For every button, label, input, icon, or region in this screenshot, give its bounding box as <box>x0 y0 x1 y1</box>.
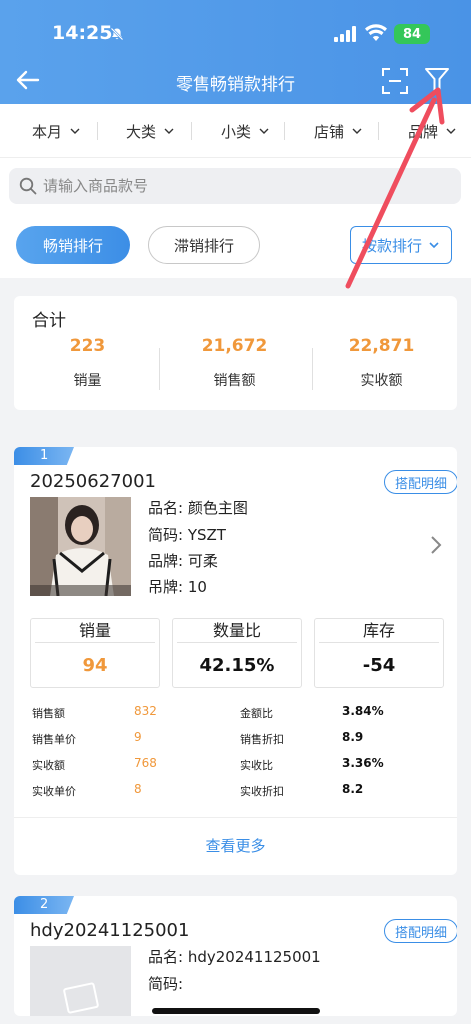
chevron-down-icon <box>352 128 362 134</box>
detail-value: 3.84% <box>342 704 384 718</box>
stat-label: 销售额 <box>213 373 256 389</box>
detail-label: 实收单价 <box>32 785 76 798</box>
metric-label: 数量比 <box>177 619 297 643</box>
bell-off-icon <box>110 27 124 41</box>
sort-mode-label: 按款排行 <box>361 236 422 255</box>
view-more-link[interactable]: 查看更多 <box>14 835 457 856</box>
detail-label: 销售额 <box>32 707 65 720</box>
chevron-right-icon[interactable] <box>428 535 444 555</box>
detail-label: 金额比 <box>240 707 273 720</box>
stat-value: 21,672 <box>201 336 268 356</box>
wifi-icon <box>365 24 387 41</box>
metric-label: 销量 <box>35 619 155 643</box>
detail-value: 3.36% <box>342 756 384 770</box>
summary-title: 合计 <box>32 311 66 331</box>
stat-label: 销量 <box>73 373 102 389</box>
search-icon <box>19 177 37 195</box>
tab-slow-sellers[interactable]: 滞销排行 <box>148 226 260 264</box>
metric-label: 库存 <box>319 619 439 643</box>
stat-value: 22,871 <box>348 336 415 356</box>
detail-value: 8 <box>134 782 142 796</box>
item-short-code: 简码: <box>148 975 184 993</box>
item-brand: 品牌: 可柔 <box>148 552 218 570</box>
chevron-down-icon <box>164 128 174 134</box>
filter-month-label: 本月 <box>32 122 63 141</box>
battery-level: 84 <box>402 26 422 42</box>
product-photo[interactable] <box>30 497 131 596</box>
filter-store-label: 店铺 <box>314 122 345 141</box>
ranking-tabs: 畅销排行 滞销排行 按款排行 <box>0 216 471 278</box>
chevron-down-icon <box>70 128 80 134</box>
rank-badge: 2 <box>14 896 74 914</box>
search-input[interactable] <box>43 168 443 204</box>
filter-store[interactable]: 店铺 <box>314 104 362 157</box>
item-tag-price: 吊牌: 10 <box>148 578 207 596</box>
home-indicator <box>152 1008 320 1014</box>
detail-label: 销售折扣 <box>240 733 284 746</box>
search-area <box>0 158 471 216</box>
match-detail-button[interactable]: 搭配明细 <box>384 470 457 494</box>
detail-value: 8.9 <box>342 730 364 744</box>
search-box <box>9 168 461 204</box>
detail-label: 实收折扣 <box>240 785 284 798</box>
stat-divider <box>159 348 160 390</box>
metric-quantity-ratio: 数量比 42.15% <box>172 618 302 688</box>
divider <box>14 817 457 818</box>
filter-subcategory-label: 小类 <box>221 122 252 141</box>
summary-stat-received: 22,871 实收额 <box>308 336 455 390</box>
detail-value: 768 <box>134 756 157 770</box>
detail-value: 8.2 <box>342 782 364 796</box>
filter-category[interactable]: 大类 <box>126 104 174 157</box>
chevron-down-icon <box>259 128 269 134</box>
filter-subcategory[interactable]: 小类 <box>221 104 269 157</box>
filter-bar: 本月 大类 小类 店铺 品牌 <box>0 104 471 158</box>
item-sku: hdy20241125001 <box>30 920 190 941</box>
match-detail-button[interactable]: 搭配明细 <box>384 919 457 943</box>
tab-bestsellers[interactable]: 畅销排行 <box>16 226 130 264</box>
filter-divider <box>284 122 285 140</box>
metric-value: 42.15% <box>199 655 275 676</box>
scan-icon[interactable] <box>382 68 408 94</box>
item-name: 品名: hdy20241125001 <box>148 948 321 966</box>
summary-stat-quantity: 223 销量 <box>14 336 161 390</box>
detail-label: 实收比 <box>240 759 273 772</box>
chevron-down-icon <box>429 242 439 249</box>
filter-funnel-icon[interactable] <box>424 66 450 94</box>
summary-stat-sales: 21,672 销售额 <box>161 336 308 390</box>
status-time: 14:25 <box>52 22 113 44</box>
sort-mode-select[interactable]: 按款排行 <box>350 226 452 264</box>
product-photo-image <box>30 497 131 596</box>
chevron-down-icon <box>446 128 456 134</box>
item-sku: 20250627001 <box>30 471 156 492</box>
stat-label: 实收额 <box>360 373 403 389</box>
cellular-signal-icon <box>334 26 356 42</box>
metric-quantity: 销量 94 <box>30 618 160 688</box>
summary-card: 合计 223 销量 21,672 销售额 22,871 实收额 <box>14 296 457 410</box>
filter-divider <box>191 122 192 140</box>
ranking-item-card[interactable]: 2 hdy20241125001 搭配明细 品名: hdy20241125001… <box>14 896 457 1016</box>
filter-divider <box>378 122 379 140</box>
metric-stock: 库存 -54 <box>314 618 444 688</box>
detail-label: 销售单价 <box>32 733 76 746</box>
app-header: 14:25 84 零售畅销款排行 <box>0 0 471 104</box>
ranking-item-card[interactable]: 1 20250627001 搭配明细 品名: 颜色主图 简码: YSZT 品牌:… <box>14 447 457 875</box>
detail-value: 9 <box>134 730 142 744</box>
image-placeholder-icon <box>63 982 99 1014</box>
detail-value: 832 <box>134 704 157 718</box>
stat-value: 223 <box>69 336 106 356</box>
item-name: 品名: 颜色主图 <box>148 499 248 517</box>
item-short-code: 简码: YSZT <box>148 526 226 544</box>
detail-label: 实收额 <box>32 759 65 772</box>
filter-brand[interactable]: 品牌 <box>408 104 456 157</box>
filter-category-label: 大类 <box>126 122 157 141</box>
product-photo-placeholder <box>30 946 131 1016</box>
filter-brand-label: 品牌 <box>408 122 439 141</box>
filter-divider <box>97 122 98 140</box>
rank-badge: 1 <box>14 447 74 465</box>
battery-indicator: 84 <box>394 24 430 44</box>
metric-value: -54 <box>362 655 396 676</box>
filter-month[interactable]: 本月 <box>32 104 80 157</box>
metric-value: 94 <box>82 655 108 676</box>
